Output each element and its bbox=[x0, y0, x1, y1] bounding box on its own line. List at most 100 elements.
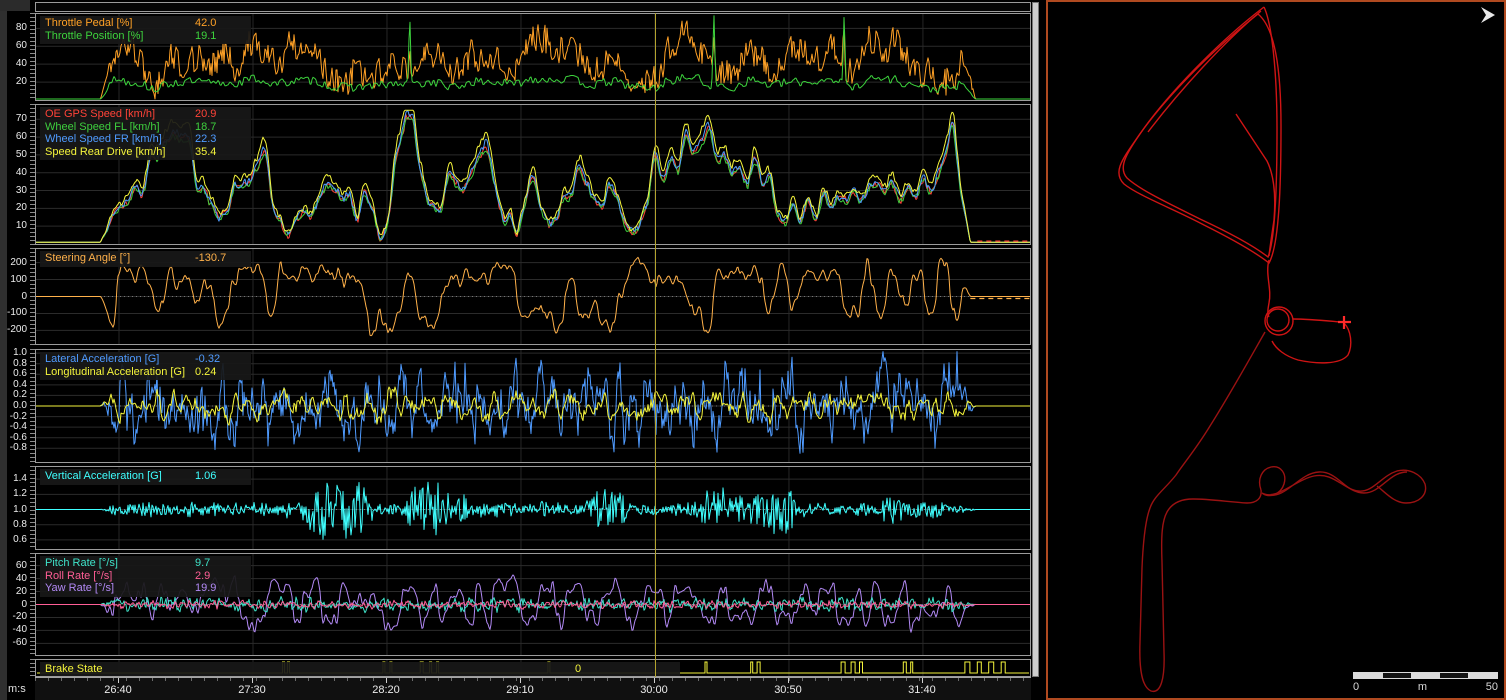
y-tick-label: 0 bbox=[21, 600, 27, 610]
y-axis-gutter-vertical-acceleration: 1.41.21.00.80.6 bbox=[0, 466, 35, 550]
series-value: 20.9 bbox=[195, 108, 241, 121]
x-tick-label: 28:20 bbox=[372, 684, 400, 696]
y-tick-label: 0.4 bbox=[13, 380, 27, 390]
y-tick-label: 20 bbox=[16, 77, 27, 87]
y-tick-label: -20 bbox=[13, 612, 27, 622]
series-value: -0.32 bbox=[195, 353, 241, 366]
panel-rates[interactable]: Pitch Rate [°/s]9.7Roll Rate [°/s]2.9Yaw… bbox=[35, 553, 1031, 656]
y-tick-label: 0.6 bbox=[13, 369, 27, 379]
series-legend-box: OE GPS Speed [km/h]20.9Wheel Speed FL [k… bbox=[40, 107, 251, 160]
track-path-loop bbox=[1119, 7, 1351, 363]
y-tick-label: 0.0 bbox=[13, 401, 27, 411]
y-tick-label: -200 bbox=[7, 325, 27, 335]
track-map-canvas[interactable] bbox=[1048, 2, 1504, 698]
map-scale-bar: 0 m 50 bbox=[1353, 672, 1498, 693]
series-value: 19.9 bbox=[195, 582, 241, 595]
y-tick-label: -100 bbox=[7, 308, 27, 318]
series-value: 19.1 bbox=[195, 30, 241, 43]
y-tick-label: 20 bbox=[16, 587, 27, 597]
y-tick-label: 1.2 bbox=[13, 489, 27, 499]
series-value: 2.9 bbox=[195, 570, 241, 583]
telemetry-app-window: 80 60 40 20 Throttle Pedal [%]42.0Throttle P… bbox=[0, 0, 1506, 700]
series-label: Lateral Acceleration [G] bbox=[45, 353, 195, 366]
series-legend-box: Pitch Rate [°/s]9.7Roll Rate [°/s]2.9Yaw… bbox=[40, 556, 251, 597]
series-label: Vertical Acceleration [G] bbox=[45, 470, 195, 483]
telemetry-chart-region: 80 60 40 20 Throttle Pedal [%]42.0Throttle P… bbox=[0, 0, 1046, 700]
scale-bar-segments bbox=[1353, 672, 1498, 679]
series-legend-box: Brake State0 bbox=[40, 662, 680, 677]
y-axis-gutter-brake bbox=[0, 659, 35, 677]
series-value: 18.7 bbox=[195, 121, 241, 134]
y-tick-label: 0.2 bbox=[13, 390, 27, 400]
y-tick-label: -40 bbox=[13, 625, 27, 635]
y-tick-label: 60 bbox=[16, 132, 27, 142]
y-tick-label: -0.6 bbox=[10, 433, 27, 443]
y-axis-gutter-steering: 2001000-100-200 bbox=[0, 248, 35, 345]
y-tick-label: 0.8 bbox=[13, 359, 27, 369]
y-tick-label: -0.8 bbox=[10, 443, 27, 453]
series-value: 22.3 bbox=[195, 133, 241, 146]
y-tick-label: 40 bbox=[16, 574, 27, 584]
y-tick-label: 0.8 bbox=[13, 520, 27, 530]
y-tick-label: 70 bbox=[16, 114, 27, 124]
series-value: 9.7 bbox=[195, 557, 241, 570]
x-tick-label: 31:40 bbox=[908, 684, 936, 696]
series-value: 1.06 bbox=[195, 470, 241, 483]
series-value: -130.7 bbox=[195, 252, 241, 265]
y-tick-label: 0.6 bbox=[13, 535, 27, 545]
y-axis-gutter-speed: 70605040302010 bbox=[0, 104, 35, 245]
gutter-top bbox=[0, 2, 35, 12]
series-legend-box: Throttle Pedal [%]42.0Throttle Position … bbox=[40, 16, 251, 44]
map-position-cursor-icon bbox=[1338, 316, 1351, 329]
series-label: OE GPS Speed [km/h] bbox=[45, 108, 195, 121]
y-tick-label: 60 bbox=[16, 41, 27, 51]
series-label: Throttle Pedal [%] bbox=[45, 17, 195, 30]
y-tick-label: 60 bbox=[16, 561, 27, 571]
series-label: Brake State bbox=[45, 663, 575, 676]
y-tick-label: 1.0 bbox=[13, 348, 27, 358]
y-tick-label: 30 bbox=[16, 186, 27, 196]
series-legend-box: Lateral Acceleration [G]-0.32Longitudina… bbox=[40, 352, 251, 380]
collapse-panel-button[interactable] bbox=[1477, 5, 1499, 25]
series-label: Pitch Rate [°/s] bbox=[45, 557, 195, 570]
series-value: 0.24 bbox=[195, 366, 241, 379]
chevron-right-icon bbox=[1481, 7, 1495, 23]
track-map-region[interactable]: 0 m 50 bbox=[1046, 0, 1506, 700]
vertical-scrollbar[interactable] bbox=[1032, 2, 1039, 677]
y-tick-label: 1.0 bbox=[13, 505, 27, 515]
x-axis-unit: m:s bbox=[8, 683, 26, 695]
series-value: 0 bbox=[575, 663, 621, 676]
scale-unit-label: m bbox=[1418, 681, 1427, 693]
collapsed-header-strip bbox=[35, 2, 1031, 12]
panel-speed[interactable]: OE GPS Speed [km/h]20.9Wheel Speed FL [k… bbox=[35, 104, 1031, 245]
y-tick-label: -0.2 bbox=[10, 412, 27, 422]
track-path-lower-route bbox=[1140, 332, 1426, 691]
y-tick-label: 40 bbox=[16, 59, 27, 69]
series-value: 35.4 bbox=[195, 146, 241, 159]
panel-brake[interactable]: Brake State0 bbox=[35, 659, 1031, 677]
time-cursor[interactable] bbox=[655, 13, 656, 677]
x-tick-label: 27:30 bbox=[238, 684, 266, 696]
y-tick-label: 80 bbox=[16, 23, 27, 33]
y-tick-label: 40 bbox=[16, 168, 27, 178]
y-tick-label: -60 bbox=[13, 638, 27, 648]
series-label: Steering Angle [°] bbox=[45, 252, 195, 265]
series-label: Yaw Rate [°/s] bbox=[45, 582, 195, 595]
panel-acceleration[interactable]: Lateral Acceleration [G]-0.32Longitudina… bbox=[35, 349, 1031, 463]
y-tick-label: 20 bbox=[16, 203, 27, 213]
x-tick-label: 30:00 bbox=[640, 684, 668, 696]
series-label: Wheel Speed FR [km/h] bbox=[45, 133, 195, 146]
panel-throttle[interactable]: Throttle Pedal [%]42.0Throttle Position … bbox=[35, 13, 1031, 101]
series-label: Wheel Speed FL [km/h] bbox=[45, 121, 195, 134]
panel-vertical-acceleration[interactable]: Vertical Acceleration [G]1.06 bbox=[35, 466, 1031, 550]
series-legend-box: Steering Angle [°]-130.7 bbox=[40, 251, 251, 267]
series-label: Longitudinal Acceleration [G] bbox=[45, 366, 195, 379]
series-value: 42.0 bbox=[195, 17, 241, 30]
scale-end-label: 50 bbox=[1486, 681, 1498, 693]
x-tick-label: 30:50 bbox=[774, 684, 802, 696]
panel-steering[interactable]: Steering Angle [°]-130.7 bbox=[35, 248, 1031, 345]
y-tick-label: 200 bbox=[10, 258, 27, 268]
series-label: Roll Rate [°/s] bbox=[45, 570, 195, 583]
y-axis-gutter-throttle: 80 60 40 20 bbox=[0, 13, 35, 101]
y-axis-gutter-rates: 60 40 20 0 -20 -40 -60 bbox=[0, 553, 35, 656]
